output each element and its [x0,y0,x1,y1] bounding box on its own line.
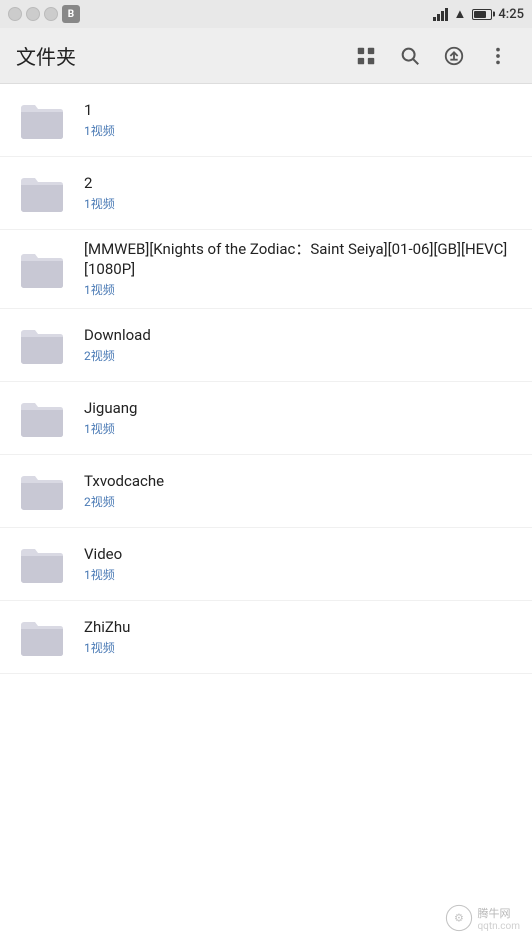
folder-item[interactable]: Txvodcache2视频 [0,455,532,528]
folder-icon [16,465,68,517]
folder-item[interactable]: Jiguang1视频 [0,382,532,455]
share-button[interactable] [436,38,472,74]
folder-count: 2视频 [84,347,516,364]
folder-item[interactable]: ZhiZhu1视频 [0,601,532,674]
folder-name: Txvodcache [84,472,516,492]
folder-count: 1视频 [84,639,516,656]
folder-name: [MMWEB][Knights of the Zodiac：Saint Seiy… [84,240,516,279]
folder-name: ZhiZhu [84,618,516,638]
folder-icon [16,392,68,444]
status-bar-left: B [8,5,80,23]
folder-count: 1视频 [84,566,516,583]
folder-icon [16,243,68,295]
folder-name: 1 [84,101,516,121]
folder-icon [16,538,68,590]
folder-count: 1视频 [84,420,516,437]
folder-count: 2视频 [84,493,516,510]
wifi-icon: ▲ [454,6,467,22]
folder-info: [MMWEB][Knights of the Zodiac：Saint Seiy… [84,240,516,298]
folder-info: Download2视频 [84,326,516,365]
search-button[interactable] [392,38,428,74]
more-options-button[interactable] [480,38,516,74]
folder-item[interactable]: 21视频 [0,157,532,230]
folder-item[interactable]: [MMWEB][Knights of the Zodiac：Saint Seiy… [0,230,532,309]
folder-icon [16,94,68,146]
window-btn-1 [8,7,22,21]
folder-info: ZhiZhu1视频 [84,618,516,657]
folder-item[interactable]: 11视频 [0,84,532,157]
status-bar: B ▲ 4:25 [0,0,532,28]
folder-icon [16,611,68,663]
folder-count: 1视频 [84,281,516,298]
folder-info: Txvodcache2视频 [84,472,516,511]
watermark-logo: ⚙ [445,904,473,932]
share-icon [443,45,465,67]
folder-name: 2 [84,174,516,194]
svg-text:⚙: ⚙ [454,912,464,925]
app-icon: B [62,5,80,23]
watermark-url: qqtn.com [477,921,520,932]
app-bar-title: 文件夹 [16,41,76,70]
folder-count: 1视频 [84,122,516,139]
grid-icon [355,45,377,67]
status-bar-right: ▲ 4:25 [433,6,524,22]
watermark-site: 腾牛网 [477,905,520,921]
grid-view-button[interactable] [348,38,384,74]
watermark: ⚙ 腾牛网 qqtn.com [445,904,520,932]
folder-list: 11视频 21视频 [MMWEB][Knights of the Zodiac：… [0,84,532,944]
folder-info: 21视频 [84,174,516,213]
search-icon [399,45,421,67]
folder-info: Jiguang1视频 [84,399,516,438]
signal-icon [433,7,448,21]
window-btn-3 [44,7,58,21]
folder-icon [16,167,68,219]
window-btn-2 [26,7,40,21]
folder-count: 1视频 [84,195,516,212]
status-time: 4:25 [498,7,524,22]
folder-item[interactable]: Download2视频 [0,309,532,382]
folder-item[interactable]: Video1视频 [0,528,532,601]
more-icon [487,45,509,67]
folder-info: Video1视频 [84,545,516,584]
battery-icon [472,9,492,20]
app-bar-actions [348,38,516,74]
folder-info: 11视频 [84,101,516,140]
app-bar: 文件夹 [0,28,532,84]
folder-name: Jiguang [84,399,516,419]
folder-name: Video [84,545,516,565]
folder-icon [16,319,68,371]
folder-name: Download [84,326,516,346]
